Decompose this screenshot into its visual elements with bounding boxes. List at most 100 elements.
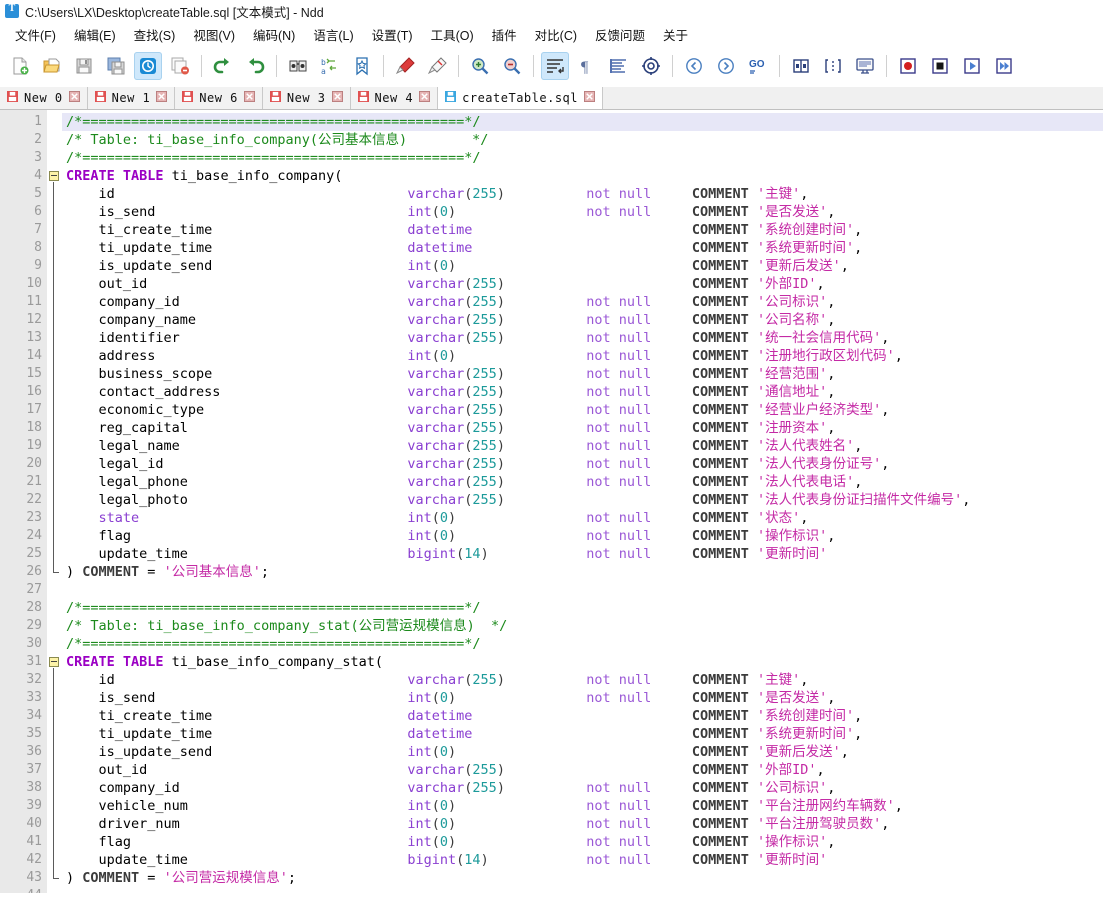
prev-icon[interactable] <box>680 52 708 80</box>
code-line[interactable]: /* Table: ti_base_info_company_stat(公司营运… <box>62 617 1103 635</box>
tab-new-6[interactable]: New 6 <box>175 87 263 109</box>
code-line[interactable]: /*======================================… <box>62 113 1103 131</box>
code-line[interactable]: out_id varchar(255) COMMENT '外部ID', <box>62 275 1103 293</box>
code-line[interactable]: contact_address varchar(255) not null CO… <box>62 383 1103 401</box>
code-line[interactable]: business_scope varchar(255) not null COM… <box>62 365 1103 383</box>
go-to-line-icon[interactable]: GO <box>744 52 772 80</box>
menu-about[interactable]: 关于 <box>654 23 697 46</box>
menu-tools[interactable]: 工具(O) <box>422 23 483 46</box>
code-line[interactable]: vehicle_num int(0) not null COMMENT '平台注… <box>62 797 1103 815</box>
code-line[interactable]: legal_id varchar(255) not null COMMENT '… <box>62 455 1103 473</box>
tab-new-4[interactable]: New 4 <box>350 87 439 109</box>
tab-close-icon[interactable] <box>243 91 255 105</box>
code-line[interactable]: CREATE TABLE ti_base_info_company( <box>62 167 1103 185</box>
menu-settings[interactable]: 设置(T) <box>363 23 422 46</box>
word-wrap-icon[interactable] <box>541 52 569 80</box>
code-line[interactable]: CREATE TABLE ti_base_info_company_stat( <box>62 653 1103 671</box>
code-line[interactable]: company_id varchar(255) not null COMMENT… <box>62 293 1103 311</box>
code-line[interactable]: ) COMMENT = '公司基本信息'; <box>62 563 1103 581</box>
play-macro-icon[interactable] <box>958 52 986 80</box>
code-line[interactable]: company_id varchar(255) not null COMMENT… <box>62 779 1103 797</box>
play-multi-macro-icon[interactable] <box>990 52 1018 80</box>
zoom-in-icon[interactable] <box>466 52 494 80</box>
indent-guide-icon[interactable] <box>605 52 633 80</box>
fold-margin[interactable] <box>47 110 62 893</box>
code-line[interactable] <box>62 581 1103 599</box>
save-icon[interactable] <box>70 52 98 80</box>
code-line[interactable]: flag int(0) not null COMMENT '操作标识', <box>62 527 1103 545</box>
code-line[interactable]: ti_create_time datetime COMMENT '系统创建时间'… <box>62 707 1103 725</box>
code-line[interactable]: economic_type varchar(255) not null COMM… <box>62 401 1103 419</box>
menu-file[interactable]: 文件(F) <box>6 23 65 46</box>
code-line[interactable]: company_name varchar(255) not null COMME… <box>62 311 1103 329</box>
replace-icon[interactable]: ba <box>316 52 344 80</box>
tab-close-icon[interactable] <box>156 91 168 105</box>
code-line[interactable]: id varchar(255) not null COMMENT '主键', <box>62 671 1103 689</box>
marker-red-icon[interactable] <box>391 52 419 80</box>
code-line[interactable]: flag int(0) not null COMMENT '操作标识', <box>62 833 1103 851</box>
bookmark-icon[interactable] <box>348 52 376 80</box>
tab-close-icon[interactable] <box>419 91 431 105</box>
close-file-icon[interactable] <box>134 52 162 80</box>
all-chars-icon[interactable] <box>637 52 665 80</box>
code-line[interactable]: address int(0) not null COMMENT '注册地行政区划… <box>62 347 1103 365</box>
find-icon[interactable] <box>284 52 312 80</box>
code-line[interactable]: reg_capital varchar(255) not null COMMEN… <box>62 419 1103 437</box>
tab-close-icon[interactable] <box>68 91 80 105</box>
menu-view[interactable]: 视图(V) <box>184 23 244 46</box>
editor-area[interactable]: 1 2 3 4 5 6 7 8 9 10 11 12 13 14 15 16 17 18 19 20 21 22 23 24 2… <box>0 110 1103 893</box>
menu-feedback[interactable]: 反馈问题 <box>586 23 654 46</box>
code-line[interactable]: ti_update_time datetime COMMENT '系统更新时间'… <box>62 239 1103 257</box>
code-line[interactable]: is_update_send int(0) COMMENT '更新后发送', <box>62 743 1103 761</box>
code-line[interactable] <box>62 887 1103 893</box>
marker-clear-icon[interactable] <box>423 52 451 80</box>
code-line[interactable]: is_send int(0) not null COMMENT '是否发送', <box>62 689 1103 707</box>
code-line[interactable]: is_send int(0) not null COMMENT '是否发送', <box>62 203 1103 221</box>
code-text[interactable]: /*======================================… <box>62 110 1103 893</box>
tab-new-1[interactable]: New 1 <box>87 87 176 109</box>
menu-plugins[interactable]: 插件 <box>483 23 526 46</box>
code-line[interactable]: legal_photo varchar(255) COMMENT '法人代表身份… <box>62 491 1103 509</box>
record-macro-icon[interactable] <box>894 52 922 80</box>
code-line[interactable]: /*======================================… <box>62 635 1103 653</box>
menu-search[interactable]: 查找(S) <box>125 23 185 46</box>
code-line[interactable]: legal_name varchar(255) not null COMMENT… <box>62 437 1103 455</box>
split-vertical-icon[interactable] <box>787 52 815 80</box>
stop-macro-icon[interactable] <box>926 52 954 80</box>
fold-collapse-box[interactable] <box>49 657 59 667</box>
fold-row[interactable] <box>47 167 62 185</box>
open-folder-icon[interactable] <box>38 52 66 80</box>
zoom-out-icon[interactable] <box>498 52 526 80</box>
monitor-icon[interactable] <box>851 52 879 80</box>
next-icon[interactable] <box>712 52 740 80</box>
tab-close-icon[interactable] <box>331 91 343 105</box>
code-line[interactable]: ) COMMENT = '公司营运规模信息'; <box>62 869 1103 887</box>
redo-icon[interactable] <box>241 52 269 80</box>
tab-new-0[interactable]: New 0 <box>0 87 88 109</box>
code-line[interactable]: driver_num int(0) not null COMMENT '平台注册… <box>62 815 1103 833</box>
tab-createtable-sql[interactable]: createTable.sql <box>438 87 603 109</box>
undo-icon[interactable] <box>209 52 237 80</box>
menu-compare[interactable]: 对比(C) <box>526 23 586 46</box>
code-line[interactable]: is_update_send int(0) COMMENT '更新后发送', <box>62 257 1103 275</box>
code-line[interactable]: state int(0) not null COMMENT '状态', <box>62 509 1103 527</box>
close-all-icon[interactable] <box>166 52 194 80</box>
split-horizontal-icon[interactable] <box>819 52 847 80</box>
new-file-icon[interactable] <box>6 52 34 80</box>
code-line[interactable]: ti_create_time datetime COMMENT '系统创建时间'… <box>62 221 1103 239</box>
code-line[interactable]: legal_phone varchar(255) not null COMMEN… <box>62 473 1103 491</box>
code-line[interactable]: /*======================================… <box>62 599 1103 617</box>
code-line[interactable]: /*======================================… <box>62 149 1103 167</box>
save-all-icon[interactable] <box>102 52 130 80</box>
menu-edit[interactable]: 编辑(E) <box>65 23 125 46</box>
pilcrow-icon[interactable]: ¶ <box>573 52 601 80</box>
code-line[interactable]: update_time bigint(14) not null COMMENT … <box>62 545 1103 563</box>
code-line[interactable]: identifier varchar(255) not null COMMENT… <box>62 329 1103 347</box>
code-line[interactable]: update_time bigint(14) not null COMMENT … <box>62 851 1103 869</box>
code-line[interactable]: /* Table: ti_base_info_company(公司基本信息) *… <box>62 131 1103 149</box>
fold-row[interactable] <box>47 653 62 671</box>
menu-encoding[interactable]: 编码(N) <box>244 23 304 46</box>
tab-close-icon[interactable] <box>584 91 595 105</box>
code-line[interactable]: out_id varchar(255) COMMENT '外部ID', <box>62 761 1103 779</box>
fold-collapse-box[interactable] <box>49 171 59 181</box>
